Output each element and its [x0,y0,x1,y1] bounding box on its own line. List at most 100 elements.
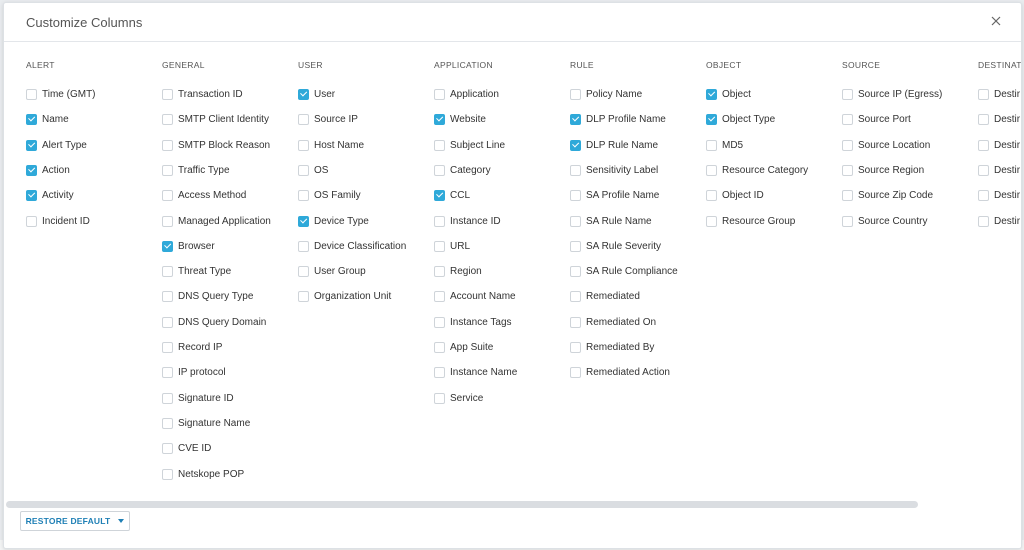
column-option[interactable]: Source Country [842,213,927,229]
checkbox-unchecked[interactable] [162,113,173,125]
checkbox-checked[interactable] [706,113,717,125]
column-option[interactable]: Threat Type [162,263,231,279]
checkbox-unchecked[interactable] [978,215,989,227]
checkbox-checked[interactable] [26,113,37,125]
column-option[interactable]: Object ID [706,187,764,203]
checkbox-unchecked[interactable] [570,164,581,176]
checkbox-unchecked[interactable] [298,189,309,201]
checkbox-unchecked[interactable] [570,341,581,353]
checkbox-checked[interactable] [434,189,445,201]
checkbox-unchecked[interactable] [162,341,173,353]
checkbox-unchecked[interactable] [434,341,445,353]
checkbox-unchecked[interactable] [434,392,445,404]
column-option[interactable]: Remediated By [570,339,654,355]
checkbox-checked[interactable] [570,139,581,151]
column-option[interactable]: Website [434,111,486,127]
checkbox-unchecked[interactable] [162,88,173,100]
column-option[interactable]: Source Zip Code [842,187,933,203]
checkbox-unchecked[interactable] [162,366,173,378]
column-option[interactable]: Instance ID [434,213,501,229]
column-option[interactable]: SA Rule Compliance [570,263,678,279]
column-option[interactable]: Alert Type [26,137,87,153]
column-option[interactable]: Managed Application [162,213,271,229]
column-option[interactable]: CCL [434,187,470,203]
checkbox-unchecked[interactable] [434,290,445,302]
checkbox-unchecked[interactable] [434,240,445,252]
column-option[interactable]: MD5 [706,137,743,153]
checkbox-unchecked[interactable] [842,139,853,151]
column-option[interactable]: Transaction ID [162,86,243,102]
column-option[interactable]: Device Type [298,213,369,229]
checkbox-unchecked[interactable] [570,215,581,227]
checkbox-unchecked[interactable] [570,265,581,277]
column-option[interactable]: Resource Category [706,162,808,178]
checkbox-unchecked[interactable] [842,88,853,100]
checkbox-checked[interactable] [26,189,37,201]
column-option[interactable]: Name [26,111,69,127]
checkbox-unchecked[interactable] [298,265,309,277]
column-option[interactable]: Access Method [162,187,246,203]
checkbox-unchecked[interactable] [706,189,717,201]
column-option[interactable]: Traffic Type [162,162,230,178]
column-option[interactable]: Source Region [842,162,924,178]
column-option[interactable]: OS [298,162,328,178]
column-option[interactable]: Policy Name [570,86,642,102]
checkbox-unchecked[interactable] [434,215,445,227]
checkbox-unchecked[interactable] [162,316,173,328]
column-option[interactable]: Object Type [706,111,775,127]
checkbox-unchecked[interactable] [434,366,445,378]
column-option[interactable]: Incident ID [26,213,90,229]
checkbox-checked[interactable] [298,215,309,227]
checkbox-unchecked[interactable] [162,442,173,454]
checkbox-unchecked[interactable] [978,113,989,125]
column-option[interactable]: Netskope POP [162,466,244,482]
column-option[interactable]: OS Family [298,187,361,203]
column-option[interactable]: Activity [26,187,74,203]
checkbox-unchecked[interactable] [570,316,581,328]
checkbox-unchecked[interactable] [570,240,581,252]
column-option[interactable]: Action [26,162,70,178]
column-option[interactable]: Destir [978,111,1020,127]
column-option[interactable]: URL [434,238,470,254]
checkbox-unchecked[interactable] [706,164,717,176]
checkbox-checked[interactable] [434,113,445,125]
checkbox-checked[interactable] [162,240,173,252]
checkbox-unchecked[interactable] [26,215,37,227]
checkbox-checked[interactable] [26,139,37,151]
column-option[interactable]: Destir [978,162,1020,178]
column-option[interactable]: SA Rule Name [570,213,652,229]
checkbox-unchecked[interactable] [434,316,445,328]
checkbox-unchecked[interactable] [298,240,309,252]
column-option[interactable]: DLP Profile Name [570,111,666,127]
checkbox-unchecked[interactable] [162,290,173,302]
column-option[interactable]: Destir [978,187,1020,203]
checkbox-unchecked[interactable] [162,164,173,176]
column-option[interactable]: Remediated Action [570,364,670,380]
checkbox-unchecked[interactable] [162,392,173,404]
column-option[interactable]: SA Rule Severity [570,238,661,254]
column-option[interactable]: Source IP [298,111,358,127]
checkbox-unchecked[interactable] [162,417,173,429]
column-option[interactable]: SA Profile Name [570,187,659,203]
checkbox-unchecked[interactable] [298,113,309,125]
checkbox-checked[interactable] [298,88,309,100]
column-option[interactable]: Device Classification [298,238,406,254]
column-option[interactable]: DNS Query Type [162,288,253,304]
column-option[interactable]: Object [706,86,751,102]
checkbox-unchecked[interactable] [434,139,445,151]
checkbox-unchecked[interactable] [162,215,173,227]
checkbox-unchecked[interactable] [162,139,173,151]
column-option[interactable]: SMTP Client Identity [162,111,269,127]
column-option[interactable]: Account Name [434,288,516,304]
checkbox-unchecked[interactable] [842,215,853,227]
column-option[interactable]: SMTP Block Reason [162,137,270,153]
checkbox-unchecked[interactable] [978,88,989,100]
checkbox-checked[interactable] [570,113,581,125]
checkbox-unchecked[interactable] [570,366,581,378]
column-option[interactable]: Category [434,162,491,178]
column-option[interactable]: Destir [978,86,1020,102]
checkbox-unchecked[interactable] [570,88,581,100]
column-option[interactable]: Remediated [570,288,640,304]
column-option[interactable]: DNS Query Domain [162,314,266,330]
column-option[interactable]: Host Name [298,137,364,153]
